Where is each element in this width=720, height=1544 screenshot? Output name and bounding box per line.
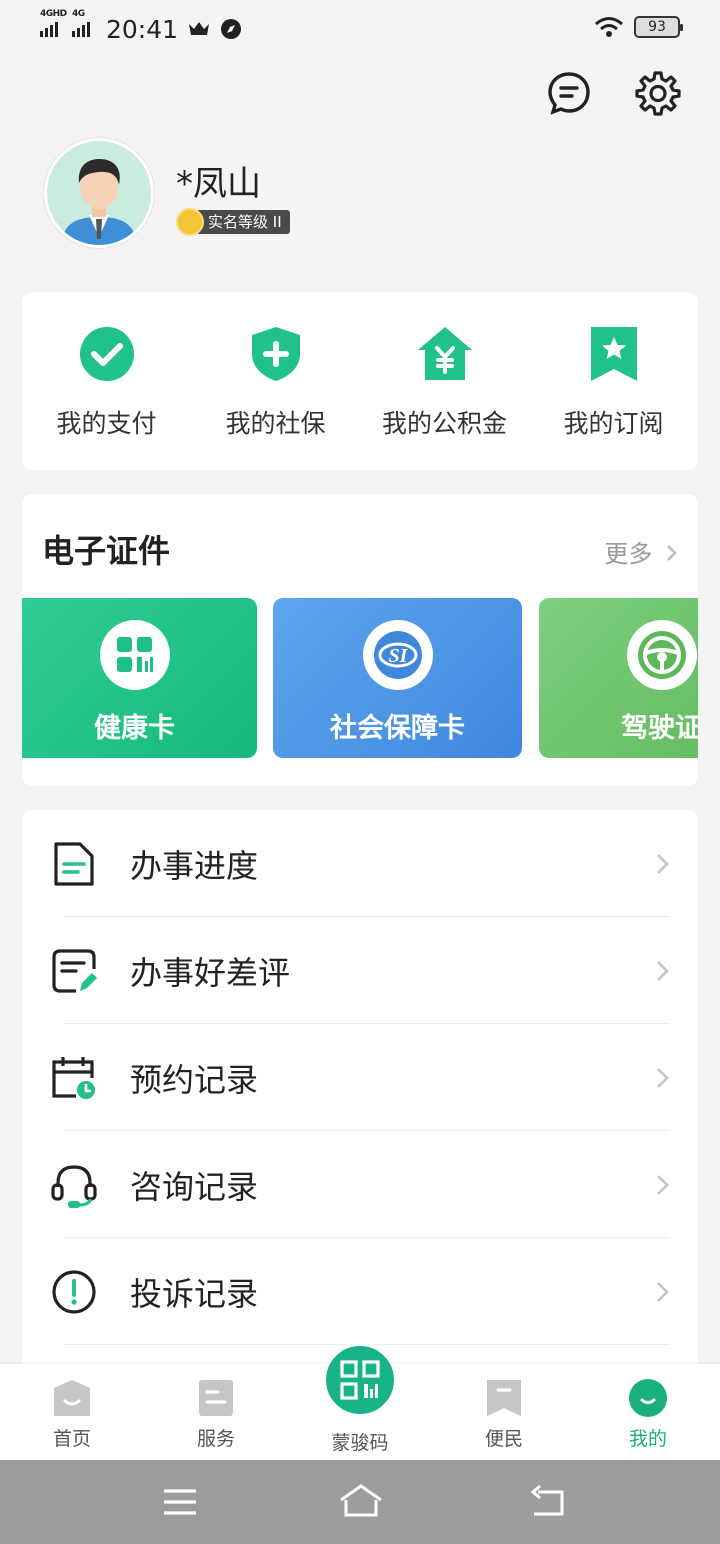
- user-name: *凤山: [176, 164, 261, 204]
- menu-item-appointments[interactable]: 预约记录: [22, 1024, 698, 1131]
- quick-action-label: 我的公积金: [381, 409, 507, 438]
- tab-label: 我的: [628, 1428, 667, 1450]
- certificates-card: 电子证件 更多 健康卡 SI 社会保障卡 驾驶证: [22, 494, 698, 786]
- quick-actions-card: 我的支付 我的社保 我的公积金 我的订阅: [22, 292, 698, 470]
- calendar-clock-icon: [52, 1056, 97, 1101]
- chevron-right-icon: [667, 545, 677, 561]
- verification-badge[interactable]: 实名等级 II: [176, 208, 290, 236]
- qr-code-button[interactable]: [322, 1342, 398, 1418]
- qr-code-icon: [340, 1360, 380, 1400]
- tab-services[interactable]: 服务: [166, 1364, 266, 1460]
- menu-item-review[interactable]: 办事好差评: [22, 917, 698, 1024]
- tab-convenience[interactable]: 便民: [454, 1364, 554, 1460]
- signal-icon-1: 4GHD: [40, 9, 67, 37]
- driving-license-card-label: 驾驶证: [621, 713, 698, 744]
- shield-plus-icon: [251, 327, 300, 381]
- social-security-card-label: 社会保障卡: [330, 713, 465, 744]
- battery-icon: 93: [634, 16, 683, 38]
- menu-icon[interactable]: [160, 1482, 200, 1522]
- quick-action-label: 我的支付: [56, 409, 157, 438]
- quick-action-housing-fund[interactable]: 我的公积金: [360, 292, 529, 470]
- health-card[interactable]: 健康卡: [22, 598, 257, 758]
- compass-icon: [221, 19, 242, 39]
- quick-action-subscription[interactable]: 我的订阅: [529, 292, 698, 470]
- home-nav-icon[interactable]: [338, 1482, 384, 1522]
- tab-home[interactable]: 首页: [22, 1364, 122, 1460]
- tab-label: 服务: [196, 1428, 235, 1450]
- house-yen-icon: [417, 327, 472, 380]
- chevron-right-icon: [657, 853, 669, 874]
- social-security-icon: SI: [362, 620, 433, 690]
- menu-item-progress[interactable]: 办事进度: [22, 810, 698, 917]
- bookmark-star-icon: [590, 327, 637, 381]
- menu-item-label: 投诉记录: [130, 1274, 259, 1313]
- verification-level: 实名等级 II: [198, 210, 290, 234]
- health-card-label: 健康卡: [94, 713, 175, 744]
- more-label: 更多: [604, 540, 653, 568]
- quick-action-social-insurance[interactable]: 我的社保: [191, 292, 360, 470]
- menu-item-label: 咨询记录: [130, 1167, 259, 1206]
- alert-circle-icon: [52, 1269, 96, 1314]
- headset-icon: [51, 1164, 97, 1208]
- network-type-1: 4GHD: [40, 8, 67, 19]
- health-code-icon: [99, 620, 170, 690]
- quick-action-payment[interactable]: 我的支付: [22, 292, 191, 470]
- driving-license-card[interactable]: 驾驶证: [539, 598, 698, 758]
- quick-action-label: 我的社保: [225, 409, 326, 438]
- message-icon[interactable]: [546, 70, 592, 116]
- tab-mine[interactable]: 我的: [598, 1364, 698, 1460]
- chevron-right-icon: [657, 1174, 669, 1195]
- check-circle-icon: [79, 327, 134, 381]
- review-edit-icon: [52, 948, 97, 993]
- quick-action-label: 我的订阅: [563, 409, 664, 438]
- status-bar: 4GHD 4G 20:41 93: [0, 0, 720, 58]
- clock: 20:41: [106, 14, 179, 44]
- more-link[interactable]: 更多: [604, 534, 678, 569]
- service-icon: [199, 1380, 233, 1416]
- chevron-right-icon: [657, 1067, 669, 1088]
- tab-label: 首页: [52, 1428, 91, 1450]
- svg-text:SI: SI: [388, 645, 408, 667]
- bookmark-icon: [487, 1380, 521, 1416]
- network-type-2: 4G: [72, 8, 85, 19]
- profile-icon: [629, 1379, 667, 1417]
- menu-item-complaints[interactable]: 投诉记录: [22, 1238, 698, 1345]
- system-nav-bar: [0, 1460, 720, 1544]
- wifi-icon: [595, 17, 623, 37]
- document-icon: [54, 841, 94, 886]
- steering-wheel-icon: [626, 620, 697, 690]
- avatar[interactable]: [44, 138, 154, 248]
- chevron-right-icon: [657, 1281, 669, 1302]
- medal-icon: [176, 208, 204, 236]
- qr-code-label: 蒙骏码: [331, 1432, 389, 1454]
- menu-item-label: 办事好差评: [130, 953, 291, 992]
- social-security-card[interactable]: SI 社会保障卡: [273, 598, 522, 758]
- menu-item-consultation[interactable]: 咨询记录: [22, 1131, 698, 1238]
- home-icon: [54, 1380, 90, 1416]
- gear-icon[interactable]: [635, 70, 681, 116]
- crown-icon: [189, 22, 210, 35]
- chevron-right-icon: [657, 960, 669, 981]
- tab-label: 便民: [484, 1428, 523, 1450]
- menu-item-label: 预约记录: [130, 1060, 259, 1099]
- records-menu: 办事进度 办事好差评 预约记录 咨询记录 投诉记录: [22, 810, 698, 1370]
- menu-item-label: 办事进度: [130, 846, 259, 885]
- battery-level: 93: [648, 19, 666, 35]
- back-icon[interactable]: [528, 1482, 568, 1522]
- certificates-title: 电子证件: [42, 532, 171, 570]
- signal-icon-2: 4G: [72, 9, 90, 37]
